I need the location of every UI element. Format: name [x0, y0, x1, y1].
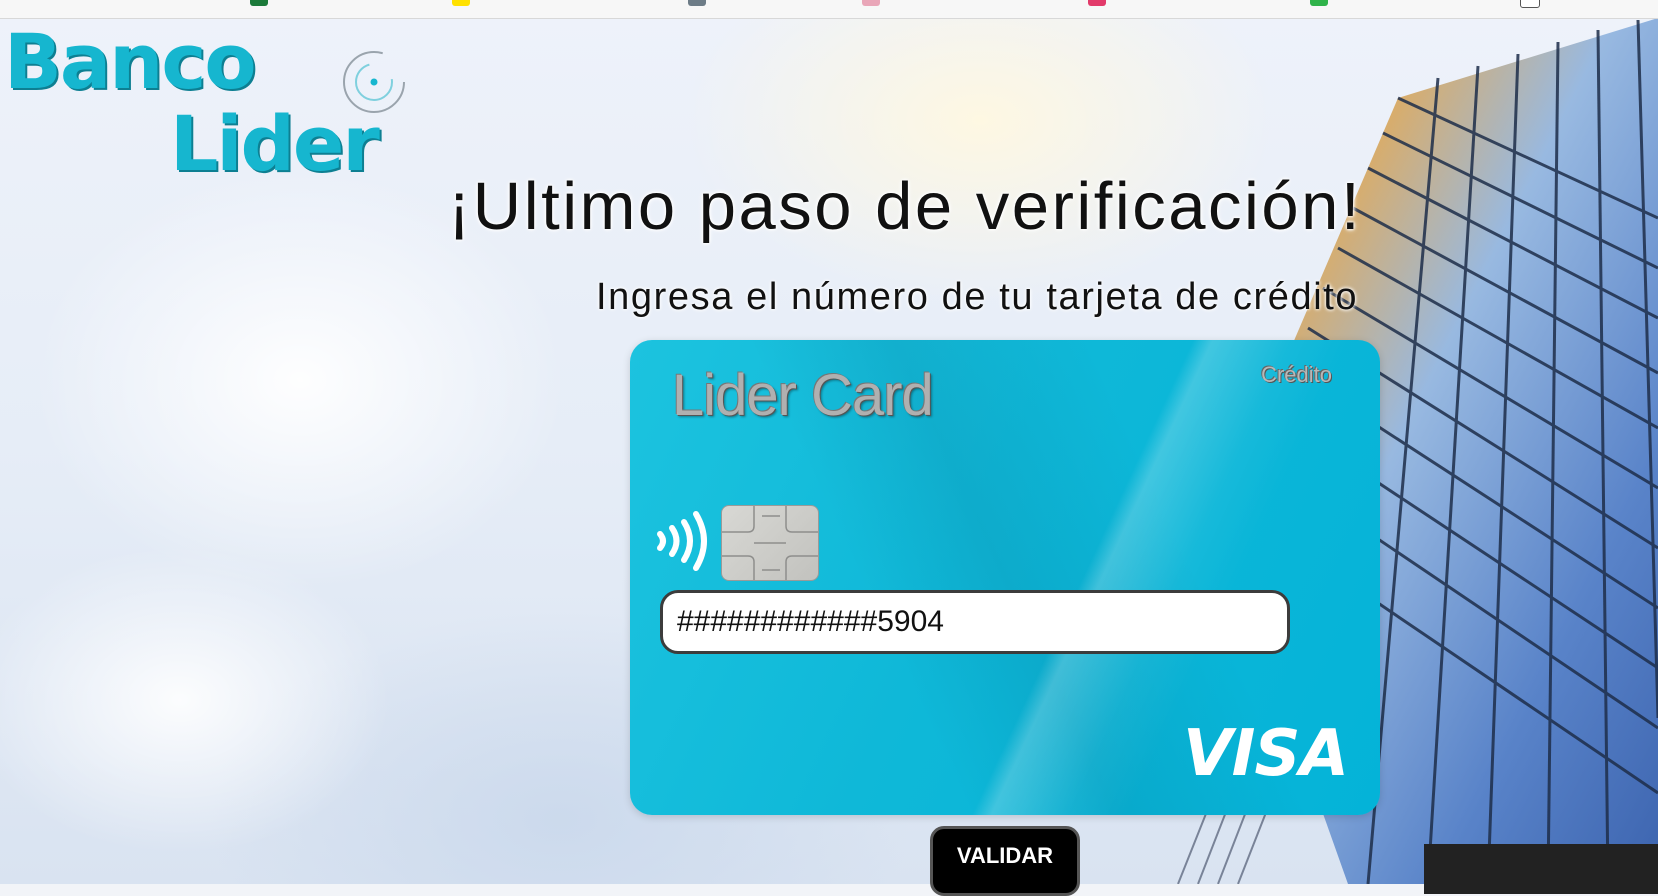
card-chip-icon	[721, 505, 819, 581]
bookmark-icon[interactable]	[1520, 0, 1540, 8]
credit-card: Lider Card Crédito VISA	[630, 340, 1380, 815]
page-title: ¡Ultimo paso de verificación!	[448, 169, 1363, 244]
bookmark-icon[interactable]	[688, 0, 706, 6]
bookmark-icon[interactable]	[1088, 0, 1106, 6]
validate-button[interactable]: VALIDAR	[930, 826, 1080, 896]
bookmark-icon[interactable]	[250, 0, 268, 6]
visa-logo: VISA	[1183, 717, 1349, 791]
bookmark-icon[interactable]	[862, 0, 880, 6]
bookmark-icon[interactable]	[1310, 0, 1328, 6]
card-brand: Lider Card	[672, 363, 934, 428]
logo-target-icon	[343, 51, 405, 113]
bank-logo: Banco Lider	[4, 20, 434, 185]
page-subtitle: Ingresa el número de tu tarjeta de crédi…	[596, 276, 1359, 318]
overlay-widget	[1424, 844, 1658, 894]
card-number-input[interactable]	[660, 590, 1290, 654]
contactless-icon	[657, 511, 707, 571]
card-type-label: Crédito	[1261, 362, 1332, 387]
logo-line-1: Banco	[4, 17, 257, 106]
bookmark-icon[interactable]	[452, 0, 470, 6]
